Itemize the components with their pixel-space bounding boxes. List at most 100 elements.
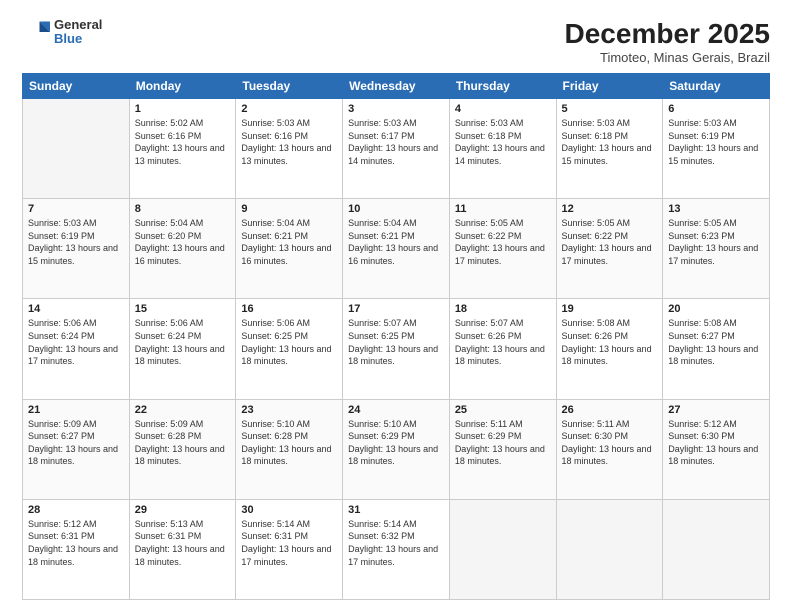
day-number: 17 (348, 303, 444, 315)
table-row: 21 Sunrise: 5:09 AM Sunset: 6:27 PM Dayli… (23, 399, 130, 499)
table-row: 3 Sunrise: 5:03 AM Sunset: 6:17 PM Daylig… (343, 99, 450, 199)
day-number: 6 (668, 103, 764, 115)
cell-info: Sunrise: 5:11 AM Sunset: 6:30 PM Dayligh… (562, 418, 658, 468)
day-number: 28 (28, 504, 124, 516)
col-saturday: Saturday (663, 74, 770, 99)
table-row (663, 499, 770, 599)
day-number: 30 (241, 504, 337, 516)
day-number: 16 (241, 303, 337, 315)
cell-info: Sunrise: 5:08 AM Sunset: 6:27 PM Dayligh… (668, 317, 764, 367)
cell-info: Sunrise: 5:10 AM Sunset: 6:28 PM Dayligh… (241, 418, 337, 468)
cell-info: Sunrise: 5:07 AM Sunset: 6:25 PM Dayligh… (348, 317, 444, 367)
day-number: 5 (562, 103, 658, 115)
cell-info: Sunrise: 5:03 AM Sunset: 6:18 PM Dayligh… (562, 117, 658, 167)
day-number: 11 (455, 203, 551, 215)
table-row: 14Sunrise: 5:06 AM Sunset: 6:24 PM Dayli… (23, 299, 130, 399)
col-tuesday: Tuesday (236, 74, 343, 99)
day-number: 13 (668, 203, 764, 215)
calendar-week-row: 28 Sunrise: 5:12 AM Sunset: 6:31 PM Dayli… (23, 499, 770, 599)
table-row: 1Sunrise: 5:02 AM Sunset: 6:16 PM Daylig… (129, 99, 236, 199)
cell-info: Sunrise: 5:05 AM Sunset: 6:22 PM Dayligh… (562, 217, 658, 267)
location: Timoteo, Minas Gerais, Brazil (565, 50, 770, 65)
day-number: 4 (455, 103, 551, 115)
cell-info: Sunrise: 5:05 AM Sunset: 6:23 PM Dayligh… (668, 217, 764, 267)
day-number: 7 (28, 203, 124, 215)
cell-info: Sunrise: 5:05 AM Sunset: 6:22 PM Dayligh… (455, 217, 551, 267)
cell-info: Sunrise: 5:04 AM Sunset: 6:21 PM Dayligh… (241, 217, 337, 267)
cell-info: Sunrise: 5:06 AM Sunset: 6:24 PM Dayligh… (135, 317, 231, 367)
table-row: 5 Sunrise: 5:03 AM Sunset: 6:18 PM Daylig… (556, 99, 663, 199)
day-number: 19 (562, 303, 658, 315)
cell-info: Sunrise: 5:06 AM Sunset: 6:25 PM Dayligh… (241, 317, 337, 367)
day-number: 27 (668, 404, 764, 416)
logo: General Blue (22, 18, 102, 47)
calendar-week-row: 1Sunrise: 5:02 AM Sunset: 6:16 PM Daylig… (23, 99, 770, 199)
day-number: 24 (348, 404, 444, 416)
cell-info: Sunrise: 5:02 AM Sunset: 6:16 PM Dayligh… (135, 117, 231, 167)
calendar-week-row: 7 Sunrise: 5:03 AM Sunset: 6:19 PM Daylig… (23, 199, 770, 299)
cell-info: Sunrise: 5:09 AM Sunset: 6:27 PM Dayligh… (28, 418, 124, 468)
cell-info: Sunrise: 5:03 AM Sunset: 6:19 PM Dayligh… (668, 117, 764, 167)
month-year: December 2025 (565, 18, 770, 50)
day-number: 12 (562, 203, 658, 215)
col-wednesday: Wednesday (343, 74, 450, 99)
day-number: 18 (455, 303, 551, 315)
table-row (556, 499, 663, 599)
logo-blue: Blue (54, 32, 102, 46)
table-row: 22 Sunrise: 5:09 AM Sunset: 6:28 PM Dayli… (129, 399, 236, 499)
cell-info: Sunrise: 5:04 AM Sunset: 6:21 PM Dayligh… (348, 217, 444, 267)
logo-icon (22, 18, 50, 46)
table-row: 23Sunrise: 5:10 AM Sunset: 6:28 PM Dayli… (236, 399, 343, 499)
table-row: 25Sunrise: 5:11 AM Sunset: 6:29 PM Dayli… (449, 399, 556, 499)
cell-info: Sunrise: 5:03 AM Sunset: 6:19 PM Dayligh… (28, 217, 124, 267)
table-row (449, 499, 556, 599)
table-row: 19Sunrise: 5:08 AM Sunset: 6:26 PM Dayli… (556, 299, 663, 399)
day-number: 22 (135, 404, 231, 416)
table-row: 16 Sunrise: 5:06 AM Sunset: 6:25 PM Dayli… (236, 299, 343, 399)
day-number: 8 (135, 203, 231, 215)
cell-info: Sunrise: 5:14 AM Sunset: 6:31 PM Dayligh… (241, 518, 337, 568)
day-number: 21 (28, 404, 124, 416)
col-thursday: Thursday (449, 74, 556, 99)
table-row: 26Sunrise: 5:11 AM Sunset: 6:30 PM Dayli… (556, 399, 663, 499)
cell-info: Sunrise: 5:11 AM Sunset: 6:29 PM Dayligh… (455, 418, 551, 468)
title-block: December 2025 Timoteo, Minas Gerais, Bra… (565, 18, 770, 65)
day-number: 15 (135, 303, 231, 315)
table-row: 28 Sunrise: 5:12 AM Sunset: 6:31 PM Dayli… (23, 499, 130, 599)
calendar-week-row: 21 Sunrise: 5:09 AM Sunset: 6:27 PM Dayli… (23, 399, 770, 499)
day-number: 29 (135, 504, 231, 516)
logo-general: General (54, 18, 102, 32)
page: General Blue December 2025 Timoteo, Mina… (0, 0, 792, 612)
cell-info: Sunrise: 5:12 AM Sunset: 6:31 PM Dayligh… (28, 518, 124, 568)
table-row: 31Sunrise: 5:14 AM Sunset: 6:32 PM Dayli… (343, 499, 450, 599)
cell-info: Sunrise: 5:03 AM Sunset: 6:17 PM Dayligh… (348, 117, 444, 167)
calendar-header-row: Sunday Monday Tuesday Wednesday Thursday… (23, 74, 770, 99)
table-row: 29 Sunrise: 5:13 AM Sunset: 6:31 PM Dayli… (129, 499, 236, 599)
cell-info: Sunrise: 5:14 AM Sunset: 6:32 PM Dayligh… (348, 518, 444, 568)
table-row: 10 Sunrise: 5:04 AM Sunset: 6:21 PM Dayli… (343, 199, 450, 299)
day-number: 3 (348, 103, 444, 115)
calendar-table: Sunday Monday Tuesday Wednesday Thursday… (22, 73, 770, 600)
day-number: 14 (28, 303, 124, 315)
cell-info: Sunrise: 5:07 AM Sunset: 6:26 PM Dayligh… (455, 317, 551, 367)
table-row: 4 Sunrise: 5:03 AM Sunset: 6:18 PM Daylig… (449, 99, 556, 199)
table-row: 7 Sunrise: 5:03 AM Sunset: 6:19 PM Daylig… (23, 199, 130, 299)
cell-info: Sunrise: 5:03 AM Sunset: 6:18 PM Dayligh… (455, 117, 551, 167)
table-row: 8 Sunrise: 5:04 AM Sunset: 6:20 PM Daylig… (129, 199, 236, 299)
table-row: 30 Sunrise: 5:14 AM Sunset: 6:31 PM Dayli… (236, 499, 343, 599)
cell-info: Sunrise: 5:13 AM Sunset: 6:31 PM Dayligh… (135, 518, 231, 568)
cell-info: Sunrise: 5:04 AM Sunset: 6:20 PM Dayligh… (135, 217, 231, 267)
cell-info: Sunrise: 5:03 AM Sunset: 6:16 PM Dayligh… (241, 117, 337, 167)
cell-info: Sunrise: 5:09 AM Sunset: 6:28 PM Dayligh… (135, 418, 231, 468)
table-row: 24Sunrise: 5:10 AM Sunset: 6:29 PM Dayli… (343, 399, 450, 499)
day-number: 20 (668, 303, 764, 315)
table-row: 27 Sunrise: 5:12 AM Sunset: 6:30 PM Dayli… (663, 399, 770, 499)
cell-info: Sunrise: 5:12 AM Sunset: 6:30 PM Dayligh… (668, 418, 764, 468)
day-number: 9 (241, 203, 337, 215)
table-row: 18 Sunrise: 5:07 AM Sunset: 6:26 PM Dayli… (449, 299, 556, 399)
header: General Blue December 2025 Timoteo, Mina… (22, 18, 770, 65)
calendar-week-row: 14 Sunrise: 5:06 AM Sunset: 6:24 PM Dayli… (23, 299, 770, 399)
table-row: 17 Sunrise: 5:07 AM Sunset: 6:25 PM Dayli… (343, 299, 450, 399)
day-number: 10 (348, 203, 444, 215)
table-row: 15 Sunrise: 5:06 AM Sunset: 6:24 PM Dayli… (129, 299, 236, 399)
